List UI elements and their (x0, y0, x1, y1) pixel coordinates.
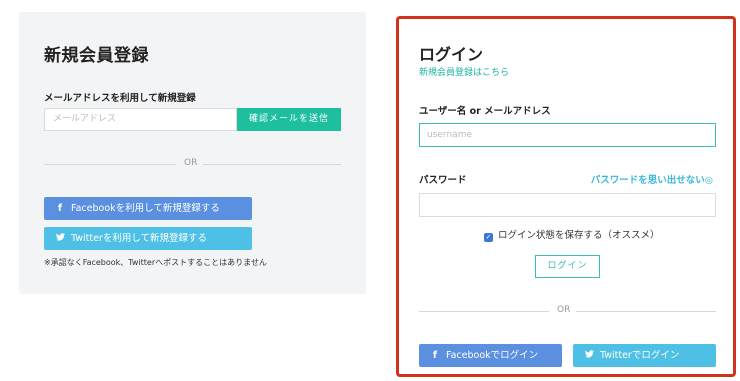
divider-line-right (576, 311, 716, 312)
facebook-icon: f (57, 203, 63, 214)
username-label: ユーザー名 or メールアドレス (419, 106, 551, 117)
register-facebook-button[interactable]: f Facebookを利用して新規登録する (44, 197, 252, 220)
login-or-divider: OR (419, 305, 716, 317)
login-facebook-label: Facebookでログイン (446, 350, 539, 361)
password-label: パスワード (419, 175, 467, 186)
register-or-divider: OR (44, 158, 341, 170)
divider-line-left (44, 164, 176, 165)
register-email-input[interactable]: メールアドレス (44, 108, 237, 131)
register-panel: 新規会員登録 メールアドレスを利用して新規登録 メールアドレス 確認メールを送信… (19, 12, 366, 294)
register-facebook-label: Facebookを利用して新規登録する (71, 203, 220, 214)
login-twitter-label: Twitterでログイン (600, 350, 680, 361)
login-title: ログイン (419, 45, 484, 64)
facebook-icon: f (432, 350, 438, 361)
password-input[interactable] (419, 193, 716, 217)
or-text: OR (557, 305, 571, 315)
send-confirmation-button[interactable]: 確認メールを送信 (237, 108, 341, 131)
register-link[interactable]: 新規会員登録はこちら (419, 65, 509, 78)
login-facebook-button[interactable]: f Facebookでログイン (419, 344, 562, 367)
register-twitter-button[interactable]: Twitterを利用して新規登録する (44, 227, 252, 250)
twitter-icon (54, 227, 66, 250)
remember-me[interactable]: ✓ ログイン状態を保存する（オススメ） (484, 227, 660, 242)
divider-line-left (419, 311, 549, 312)
twitter-icon (583, 344, 595, 367)
forgot-password-link[interactable]: パスワードを思い出せない◎ (591, 172, 713, 186)
register-note: ※承認なくFacebook、Twitterへポストすることはありません (44, 258, 267, 267)
divider-line-right (203, 164, 341, 165)
register-twitter-label: Twitterを利用して新規登録する (71, 233, 208, 244)
remember-label: ログイン状態を保存する（オススメ） (498, 230, 660, 241)
username-input[interactable]: username (419, 123, 716, 147)
login-button[interactable]: ログイン (535, 255, 600, 278)
login-panel: ログイン 新規会員登録はこちら ユーザー名 or メールアドレス usernam… (396, 16, 736, 377)
checkbox-icon[interactable]: ✓ (484, 233, 493, 242)
register-email-label: メールアドレスを利用して新規登録 (44, 93, 196, 104)
register-title: 新規会員登録 (44, 46, 149, 66)
login-twitter-button[interactable]: Twitterでログイン (573, 344, 716, 367)
or-text: OR (184, 158, 198, 168)
